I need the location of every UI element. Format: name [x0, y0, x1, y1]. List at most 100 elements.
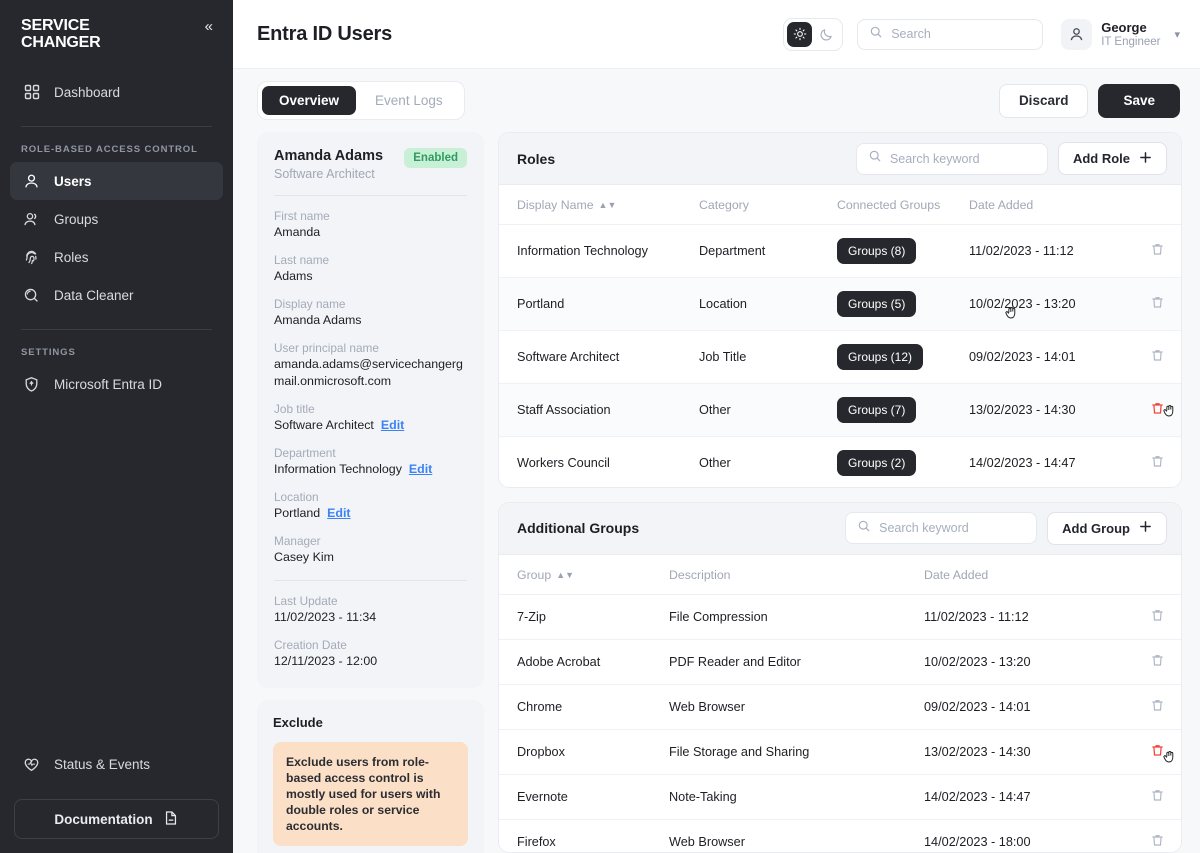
table-row[interactable]: Staff Association Other Groups (7) 13/02… — [499, 383, 1181, 437]
delete-group-icon[interactable] — [1150, 743, 1165, 758]
groups-search[interactable] — [845, 512, 1038, 545]
role-name: Workers Council — [499, 436, 699, 487]
col-group[interactable]: Group ▲▼ — [499, 554, 669, 595]
delete-group-icon[interactable] — [1150, 698, 1165, 713]
roles-search-input[interactable] — [889, 151, 1036, 166]
delete-role-icon[interactable] — [1150, 348, 1165, 363]
table-row[interactable]: Evernote Note-Taking 14/02/2023 - 14:47 — [499, 774, 1181, 820]
documentation-label: Documentation — [54, 811, 153, 827]
roles-panel: Roles Add Role — [498, 132, 1182, 488]
delete-group-icon[interactable] — [1150, 833, 1165, 848]
col-actions — [1133, 554, 1181, 595]
sidebar-item-label: Groups — [54, 211, 99, 227]
group-date-added: 11/02/2023 - 11:12 — [924, 594, 1133, 640]
sidebar-item-label: Status & Events — [54, 756, 151, 772]
sidebar-item-status-events[interactable]: Status & Events — [10, 745, 223, 783]
chevron-double-left-icon[interactable]: « — [205, 19, 213, 34]
delete-role-icon[interactable] — [1150, 295, 1165, 310]
table-row[interactable]: Information Technology Department Groups… — [499, 224, 1181, 278]
roles-search[interactable] — [855, 142, 1048, 175]
col-display-name[interactable]: Display Name ▲▼ — [499, 185, 699, 225]
plus-icon — [1139, 520, 1152, 536]
status-badge: Enabled — [404, 148, 467, 168]
date-text: 10/02/2023 - 13:20 — [969, 297, 1076, 311]
plus-icon — [1139, 151, 1152, 167]
role-category: Department — [699, 224, 837, 278]
sidebar-item-dashboard[interactable]: Dashboard — [10, 73, 223, 111]
edit-location-link[interactable]: Edit — [327, 506, 350, 520]
table-row[interactable]: Firefox Web Browser 14/02/2023 - 18:00 — [499, 819, 1181, 852]
chevron-down-icon[interactable]: ▾ — [1174, 28, 1180, 41]
search-icon — [868, 149, 882, 168]
connected-groups-chip[interactable]: Groups (5) — [837, 291, 917, 317]
search-input[interactable] — [891, 27, 1032, 41]
search-circle-icon — [22, 286, 41, 305]
field-value: Amanda Adams — [274, 313, 362, 327]
table-row[interactable]: Chrome Web Browser 09/02/2023 - 14:01 — [499, 684, 1181, 730]
theme-toggle[interactable] — [783, 17, 844, 51]
edit-job-title-link[interactable]: Edit — [381, 418, 404, 432]
add-group-button[interactable]: Add Group — [1047, 511, 1167, 545]
connected-groups-chip[interactable]: Groups (7) — [837, 397, 917, 423]
group-description: File Compression — [669, 594, 924, 640]
connected-groups-chip[interactable]: Groups (2) — [837, 450, 917, 476]
documentation-button[interactable]: Documentation — [14, 799, 219, 839]
table-row[interactable]: 7-Zip File Compression 11/02/2023 - 11:1… — [499, 594, 1181, 640]
delete-group-icon[interactable] — [1150, 788, 1165, 803]
field-value: 11/02/2023 - 11:34 — [274, 610, 377, 624]
field-manager: Manager Casey Kim — [274, 533, 467, 566]
delete-role-icon[interactable] — [1150, 242, 1165, 257]
connected-groups-chip[interactable]: Groups (12) — [837, 344, 924, 370]
delete-role-icon[interactable] — [1150, 401, 1165, 416]
global-search[interactable] — [857, 18, 1044, 50]
sidebar-nav: Dashboard ROLE-BASED ACCESS CONTROL User… — [0, 73, 233, 403]
user-info: George IT Engineer — [1101, 20, 1160, 49]
save-button[interactable]: Save — [1098, 83, 1180, 118]
user-role: IT Engineer — [1101, 35, 1161, 48]
groups-search-input[interactable] — [879, 521, 1026, 536]
connected-groups-chip[interactable]: Groups (8) — [837, 238, 917, 264]
moon-icon[interactable] — [814, 22, 839, 47]
user-card-subtitle: Software Architect — [274, 167, 375, 181]
table-row[interactable]: Software Architect Job Title Groups (12)… — [499, 330, 1181, 384]
field-label: First name — [274, 209, 330, 223]
groups-table-head: Group ▲▼ Description Date Added — [499, 554, 1181, 595]
col-label: Group — [517, 567, 552, 582]
group-description: Web Browser — [669, 819, 924, 852]
discard-button[interactable]: Discard — [998, 83, 1089, 118]
roles-panel-header: Roles Add Role — [499, 133, 1181, 185]
user-card-identity: Amanda Adams Software Architect — [274, 148, 383, 181]
table-row[interactable]: Adobe Acrobat PDF Reader and Editor 10/0… — [499, 639, 1181, 685]
sidebar-item-data-cleaner[interactable]: Data Cleaner — [10, 276, 223, 314]
sidebar-item-microsoft-entra-id[interactable]: Microsoft Entra ID — [10, 365, 223, 403]
table-row[interactable]: Dropbox File Storage and Sharing 13/02/2… — [499, 729, 1181, 775]
tab-overview[interactable]: Overview — [262, 86, 357, 115]
sidebar-item-groups[interactable]: Groups — [10, 200, 223, 238]
delete-role-icon[interactable] — [1150, 454, 1165, 469]
sun-icon[interactable] — [787, 21, 813, 47]
table-row[interactable]: Portland Location Groups (5) 10/02/2023 … — [499, 277, 1181, 331]
sidebar-item-label: Users — [54, 173, 92, 189]
sidebar-item-roles[interactable]: Roles — [10, 238, 223, 276]
avatar — [1061, 18, 1093, 50]
sidebar-item-label: Data Cleaner — [54, 287, 134, 303]
edit-department-link[interactable]: Edit — [409, 462, 432, 476]
delete-group-icon[interactable] — [1150, 653, 1165, 668]
roles-header-row: Display Name ▲▼ Category Connected Groups… — [499, 185, 1181, 225]
role-name: Staff Association — [499, 383, 699, 437]
sidebar-divider-1 — [21, 126, 212, 127]
search-icon — [857, 519, 871, 538]
roles-table-head: Display Name ▲▼ Category Connected Groups… — [499, 185, 1181, 225]
delete-group-icon[interactable] — [1150, 608, 1165, 623]
exclude-card: Exclude Exclude users from role-based ac… — [257, 700, 484, 853]
user-menu[interactable]: George IT Engineer ▾ — [1057, 18, 1180, 50]
sidebar-item-label: Roles — [54, 249, 89, 265]
col-actions — [1133, 185, 1181, 225]
user-card-divider-top — [274, 195, 467, 196]
user-card-header: Amanda Adams Software Architect Enabled — [274, 148, 467, 181]
add-role-button[interactable]: Add Role — [1057, 142, 1167, 175]
table-row[interactable]: Workers Council Other Groups (2) 14/02/2… — [499, 436, 1181, 487]
tab-event-logs[interactable]: Event Logs — [358, 86, 460, 115]
sidebar-item-users[interactable]: Users — [10, 162, 223, 200]
group-name: Firefox — [499, 819, 669, 852]
